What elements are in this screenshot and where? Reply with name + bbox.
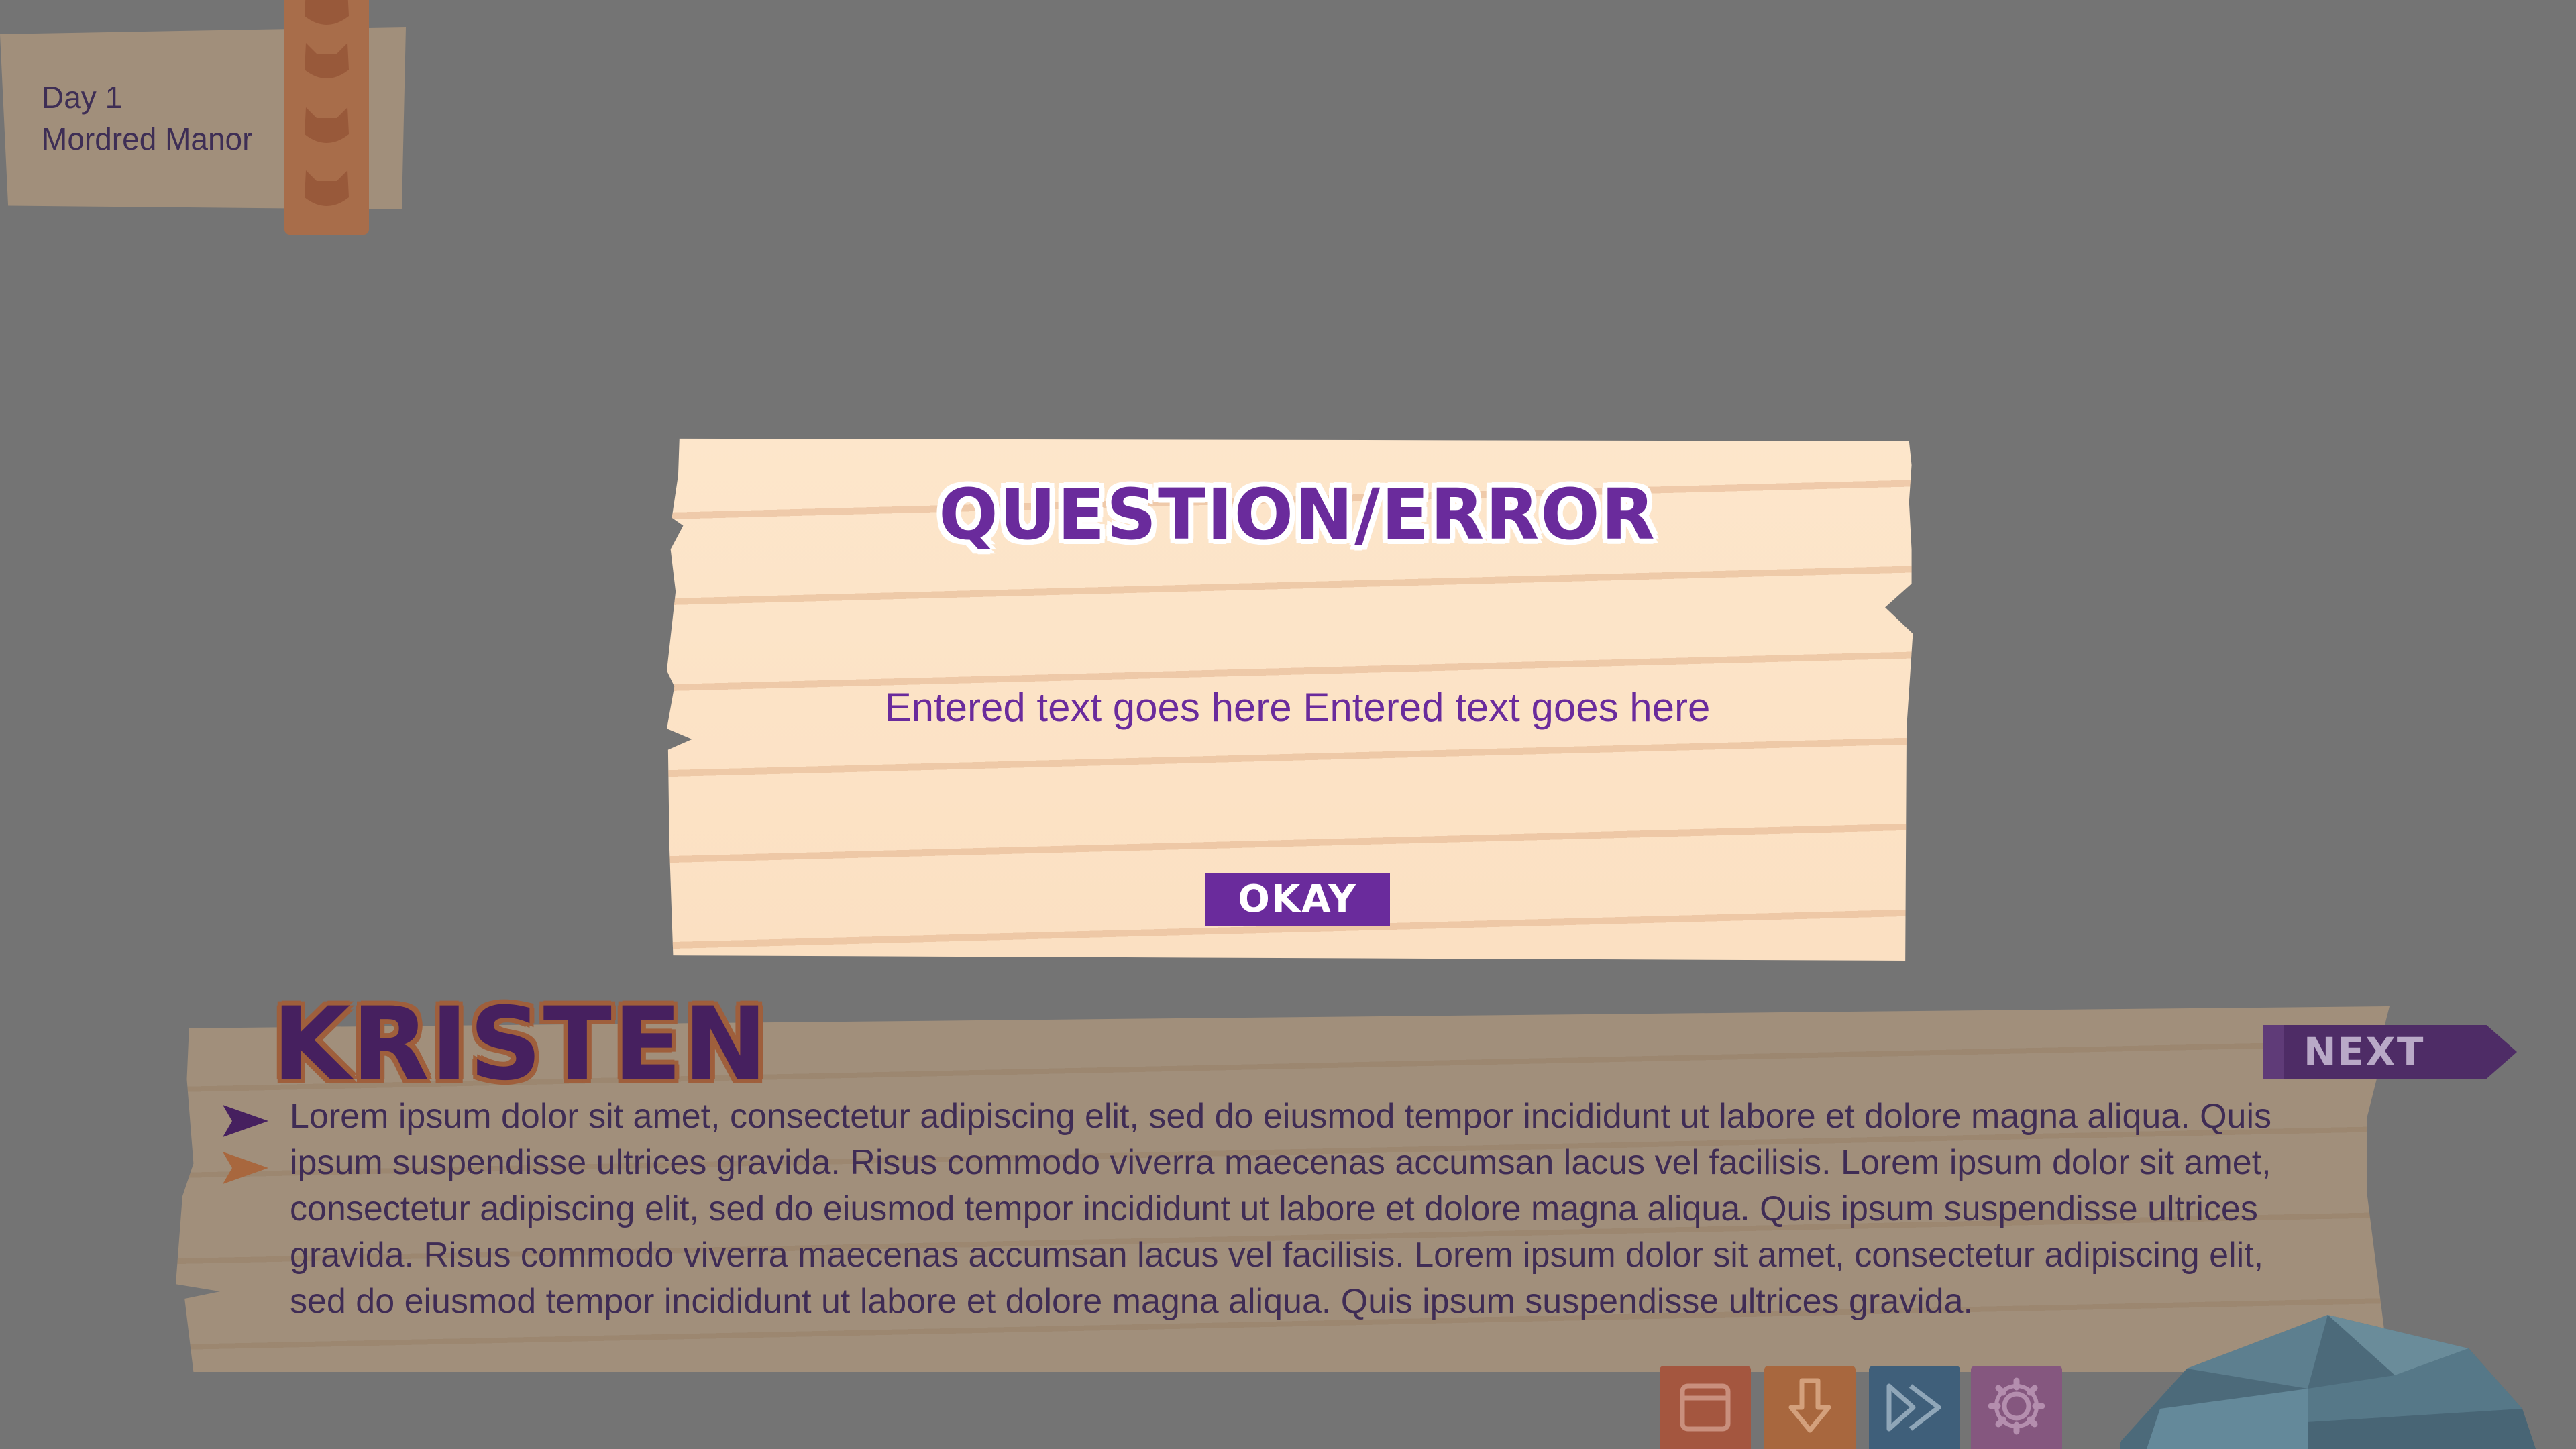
crystal-gem-decoration bbox=[2120, 1315, 2536, 1449]
speaker-name: KRISTEN bbox=[272, 986, 769, 1103]
download-arrow-icon bbox=[1788, 1378, 1831, 1433]
gear-icon bbox=[1988, 1377, 2045, 1435]
game-screen: Day 1 Mordred Manor KRISTEN NEXT Lorem i… bbox=[0, 0, 2576, 1449]
save-button[interactable] bbox=[1764, 1366, 1856, 1449]
cat-head-icon bbox=[305, 0, 349, 25]
settings-button[interactable] bbox=[1971, 1366, 2062, 1449]
cat-head-icon bbox=[305, 43, 349, 78]
location-day: Day 1 bbox=[42, 80, 123, 115]
skip-button[interactable] bbox=[1869, 1366, 1960, 1449]
cat-head-icon bbox=[305, 170, 349, 206]
window-button[interactable] bbox=[1660, 1366, 1751, 1449]
cat-head-icon bbox=[305, 107, 349, 143]
window-icon bbox=[1680, 1383, 1731, 1432]
orange-arrow-icon bbox=[223, 1152, 268, 1184]
location-name: Mordred Manor bbox=[42, 121, 253, 156]
dialogue-text: Lorem ipsum dolor sit amet, consectetur … bbox=[290, 1097, 2272, 1321]
dialog-message: Entered text goes here Entered text goes… bbox=[884, 685, 1711, 730]
dialog-title: QUESTION/ERROR bbox=[938, 474, 1656, 555]
okay-button[interactable]: OKAY bbox=[1205, 873, 1390, 926]
question-error-dialog: QUESTION/ERROR Entered text goes here En… bbox=[667, 433, 1928, 961]
purple-arrow-icon bbox=[223, 1105, 268, 1137]
next-button[interactable]: NEXT bbox=[2263, 1025, 2517, 1079]
cat-tab-strip bbox=[284, 0, 369, 235]
fast-forward-icon bbox=[1886, 1383, 1941, 1432]
